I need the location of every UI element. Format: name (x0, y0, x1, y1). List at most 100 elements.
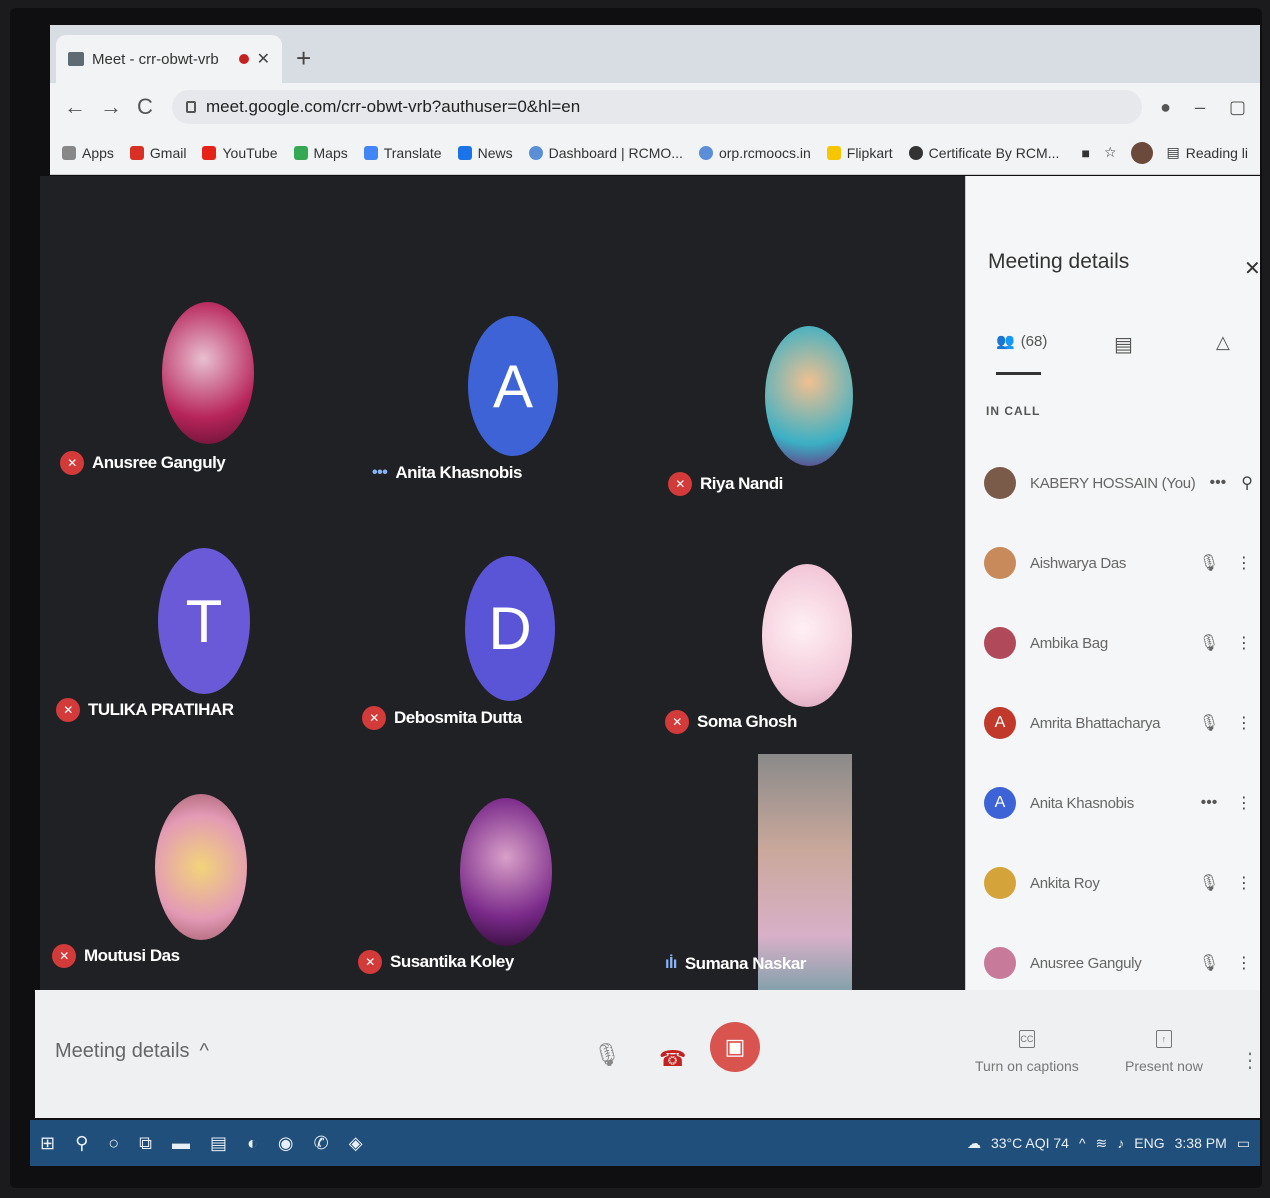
present-now-button[interactable]: ↑ Present now (1125, 1030, 1203, 1074)
mic-off-icon: ✕ (52, 944, 76, 968)
meet-control-bar: Meeting details ^ 🎙 ☎ ▣ CC Turn on capti… (35, 990, 1260, 1118)
tab-people[interactable]: 👥 (68) (996, 332, 1047, 351)
more-options-icon[interactable]: ⋮ (1234, 873, 1254, 893)
volume-icon[interactable]: ♪ (1117, 1135, 1124, 1151)
bookmark-news[interactable]: News (457, 145, 513, 161)
task-view-icon[interactable]: ⧉ (139, 1133, 152, 1154)
pin-icon[interactable]: ⚲ (1240, 473, 1254, 493)
meeting-details-button[interactable]: Meeting details ^ (55, 1040, 209, 1063)
hang-up-button[interactable]: ☎ (659, 1046, 686, 1072)
wifi-icon[interactable]: ≋ (1096, 1135, 1108, 1152)
active-tab-indicator (996, 372, 1041, 375)
participant-avatar: T (158, 548, 250, 694)
bookmark-certificate[interactable]: Certificate By RCM... (908, 145, 1059, 161)
tile-name-row: ✕ Riya Nandi (668, 472, 783, 496)
extension-icon[interactable]: ■ (1081, 145, 1089, 161)
mic-off-icon: ✕ (60, 451, 84, 475)
participant-row[interactable]: KABERY HOSSAIN (You) ••• ⚲ (984, 458, 1254, 508)
meet-video-grid: ✕ Anusree Ganguly A ••• Anita Khasnobis ✕ R… (40, 176, 965, 996)
more-options-icon[interactable]: ⋮ (1234, 633, 1254, 653)
bookmark-maps[interactable]: Maps (293, 145, 348, 161)
tile-name-row: ✕ Debosmita Dutta (362, 706, 522, 730)
edge-icon[interactable]: ◐ (247, 1133, 258, 1154)
more-options-icon[interactable]: ⋮ (1234, 553, 1254, 573)
camera-off-button[interactable]: ▣ (710, 1022, 760, 1072)
globe-icon (698, 145, 713, 160)
reload-button[interactable]: C (136, 94, 154, 120)
mic-off-icon: ✕ (56, 698, 80, 722)
app-icon[interactable]: ◈ (349, 1133, 363, 1154)
captions-button[interactable]: CC Turn on captions (975, 1030, 1079, 1074)
reading-list[interactable]: ▤ Reading li (1167, 144, 1249, 161)
whatsapp-icon[interactable]: ✆ (314, 1133, 329, 1154)
reading-list-icon: ▤ (1166, 144, 1180, 160)
meet-favicon-icon (68, 52, 84, 66)
chevron-up-icon[interactable]: ^ (1079, 1135, 1086, 1151)
participant-avatar: D (465, 556, 555, 701)
participant-row[interactable]: Ambika Bag 🎙 ⋮ (984, 618, 1254, 668)
clock[interactable]: 3:38 PM (1175, 1135, 1227, 1151)
mic-off-icon: ✕ (362, 706, 386, 730)
participant-row[interactable]: A Anita Khasnobis ••• ⋮ (984, 778, 1254, 828)
tile-name-row: ✕ TULIKA PRATIHAR (56, 698, 234, 722)
avatar (984, 947, 1016, 979)
participant-row[interactable]: A Amrita Bhattacharya 🎙 ⋮ (984, 698, 1254, 748)
gmail-icon (129, 145, 144, 160)
more-dots-icon: ••• (1200, 794, 1218, 811)
url-field[interactable]: meet.google.com/crr-obwt-vrb?authuser=0&… (172, 90, 1143, 124)
more-options-icon[interactable]: ⋮ (1234, 713, 1254, 733)
lock-icon (186, 101, 196, 113)
close-tab-icon[interactable]: ✕ (257, 49, 270, 69)
weather-text: 33°C AQI 74 (990, 1135, 1069, 1151)
news-icon (457, 145, 472, 160)
more-options-icon[interactable]: ⋮ (1234, 793, 1254, 813)
tile-name-row: ıİı Sumana Naskar (665, 954, 806, 973)
browser-tab[interactable]: Meet - crr-obwt-vrb ✕ (56, 35, 282, 83)
more-options-icon[interactable]: ⋮ (1240, 1048, 1260, 1073)
bookmark-youtube[interactable]: YouTube (202, 145, 278, 161)
bookmark-translate[interactable]: Translate (363, 145, 442, 161)
tab-activities[interactable]: △ (1216, 332, 1230, 353)
star-icon[interactable]: ☆ (1104, 144, 1117, 161)
cortana-icon[interactable]: ○ (108, 1133, 119, 1154)
store-icon[interactable]: ▤ (210, 1133, 227, 1154)
restore-icon[interactable]: ▢ (1229, 97, 1246, 118)
translate-icon (363, 145, 378, 160)
flipkart-icon (826, 145, 841, 160)
windows-start-icon[interactable]: ⊞ (40, 1133, 55, 1154)
close-icon[interactable]: ✕ (1244, 256, 1261, 281)
bookmark-orp[interactable]: orp.rcmoocs.in (698, 145, 811, 161)
people-icon: 👥 (996, 333, 1015, 350)
profile-avatar[interactable] (1130, 141, 1153, 164)
language-indicator[interactable]: ENG (1134, 1135, 1164, 1151)
system-tray: ☁ 33°C AQI 74 ^ ≋ ♪ ENG 3:38 PM ▭ (967, 1135, 1250, 1152)
bookmark-dashboard[interactable]: Dashboard | RCMO... (528, 145, 683, 161)
more-options-icon[interactable]: ⋮ (1234, 953, 1254, 973)
meeting-details-panel: Meeting details ✕ 👥 (68) ▤ △ IN CALL KAB… (965, 176, 1261, 991)
search-icon[interactable]: ⚲ (75, 1133, 88, 1154)
avatar (984, 547, 1016, 579)
mic-off-icon: ✕ (358, 950, 382, 974)
tab-chat[interactable]: ▤ (1114, 332, 1133, 357)
youtube-icon (202, 145, 217, 160)
tile-name-row: ••• Anita Khasnobis (372, 463, 522, 482)
bookmark-apps[interactable]: Apps (62, 145, 114, 161)
tile-name-row: ✕ Soma Ghosh (665, 710, 797, 734)
bookmark-gmail[interactable]: Gmail (129, 145, 186, 161)
participant-row[interactable]: Anusree Ganguly 🎙 ⋮ (984, 938, 1254, 988)
file-explorer-icon[interactable]: ▬ (172, 1133, 190, 1154)
in-call-heading: IN CALL (986, 404, 1041, 418)
participant-row[interactable]: Aishwarya Das 🎙 ⋮ (984, 538, 1254, 588)
tile-name-row: ✕ Susantika Koley (358, 950, 514, 974)
chrome-icon[interactable]: ◉ (278, 1133, 294, 1154)
back-button[interactable]: ← (64, 94, 86, 120)
forward-button[interactable]: → (100, 94, 122, 120)
chat-icon: ▤ (1114, 334, 1133, 356)
minimize-icon[interactable]: – (1195, 97, 1205, 118)
notifications-icon[interactable]: ▭ (1237, 1135, 1250, 1152)
participant-row[interactable]: Ankita Roy 🎙 ⋮ (984, 858, 1254, 908)
new-tab-button[interactable]: + (296, 43, 311, 74)
profile-shield-icon[interactable]: ● (1160, 97, 1171, 118)
bookmark-flipkart[interactable]: Flipkart (826, 145, 893, 161)
microphone-button[interactable]: 🎙 (593, 1042, 621, 1068)
